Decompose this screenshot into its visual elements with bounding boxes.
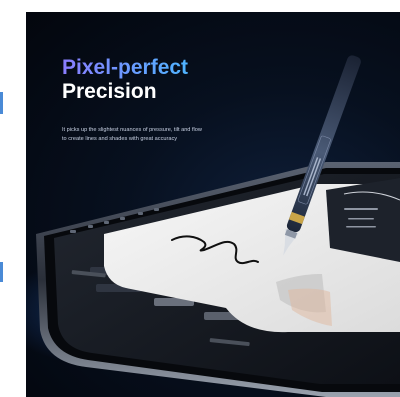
left-accent: [0, 92, 3, 114]
description-line: It picks up the slightest nuances of pre…: [62, 127, 202, 133]
description-line: to create lines and shades with great ac…: [62, 135, 178, 142]
left-strip: [0, 0, 26, 397]
left-accent: [0, 262, 3, 282]
brush-panel: [326, 178, 400, 262]
hero-description: It picks up the slightest nuances of pre…: [62, 126, 292, 143]
hero-headline: Pixel-perfect Precision: [62, 56, 188, 104]
headline-main: Precision: [62, 80, 157, 104]
headline-accent: Pixel-perfect: [62, 56, 189, 79]
product-banner: Pixel-perfect Precision It picks up the …: [26, 12, 400, 397]
